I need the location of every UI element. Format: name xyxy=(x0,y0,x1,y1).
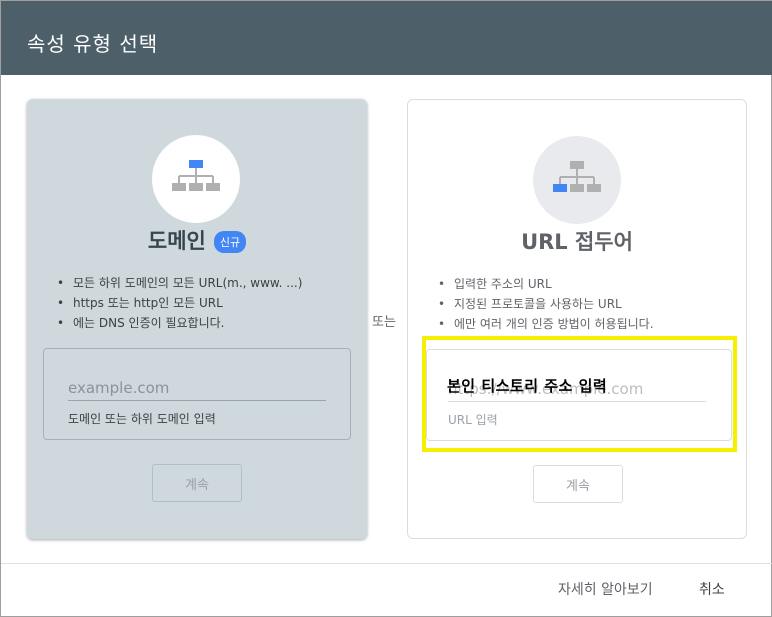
domain-input-hint: 도메인 또는 하위 도메인 입력 xyxy=(68,412,216,426)
learn-more-link[interactable]: 자세히 알아보기 xyxy=(558,579,653,599)
property-type-dialog: 속성 유형 선택 도메인 신규 모든 하위 도메인의 모든 URL(m., www… xyxy=(0,0,772,617)
sitemap-icon xyxy=(152,135,240,223)
url-bullets: 입력한 주소의 URL 지정된 프로토콜을 사용하는 URL 에만 여러 개의 … xyxy=(438,274,738,334)
domain-bullets: 모든 하위 도메인의 모든 URL(m., www. ...) https 또는… xyxy=(57,273,357,333)
url-continue-button[interactable]: 계속 xyxy=(533,465,623,503)
footer-divider xyxy=(1,563,772,564)
url-title-row: URL 접두어 xyxy=(408,226,746,256)
list-item: 입력한 주소의 URL xyxy=(438,274,738,294)
list-item: 모든 하위 도메인의 모든 URL(m., www. ...) xyxy=(57,273,357,293)
dialog-title: 속성 유형 선택 xyxy=(27,32,159,56)
domain-title-row: 도메인 신규 xyxy=(27,225,367,255)
domain-title: 도메인 xyxy=(147,229,206,253)
url-title: URL 접두어 xyxy=(521,230,633,254)
or-label: 또는 xyxy=(372,315,396,330)
domain-input-box: 도메인 또는 하위 도메인 입력 xyxy=(43,348,351,440)
list-item: 지정된 프로토콜을 사용하는 URL xyxy=(438,294,738,314)
annotation-text: 본인 티스토리 주소 입력 xyxy=(447,377,608,395)
list-item: 에만 여러 개의 인증 방법이 허용됩니다. xyxy=(438,314,738,334)
domain-continue-button[interactable]: 계속 xyxy=(152,464,242,502)
new-badge: 신규 xyxy=(213,230,247,253)
sitemap-icon xyxy=(533,136,621,224)
list-item: https 또는 http인 모든 URL xyxy=(57,293,357,313)
domain-input[interactable] xyxy=(68,375,326,401)
dialog-header: 속성 유형 선택 xyxy=(1,1,772,75)
url-prefix-card[interactable]: URL 접두어 입력한 주소의 URL 지정된 프로토콜을 사용하는 URL 에… xyxy=(407,99,747,539)
domain-card[interactable]: 도메인 신규 모든 하위 도메인의 모든 URL(m., www. ...) ht… xyxy=(27,99,367,539)
list-item: 에는 DNS 인증이 필요합니다. xyxy=(57,313,357,333)
cancel-button[interactable]: 취소 xyxy=(699,579,725,599)
